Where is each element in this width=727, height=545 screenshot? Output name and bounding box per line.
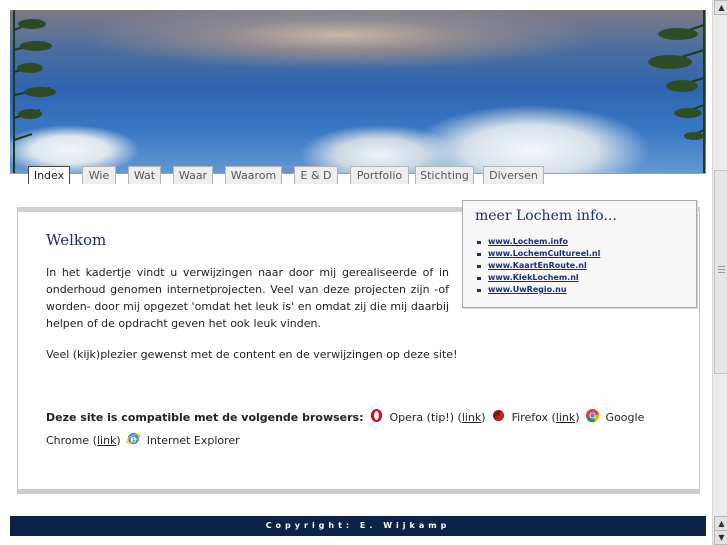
header-banner [10, 10, 706, 183]
internet-explorer-icon: e [126, 432, 141, 445]
browser-compatibility: Deze site is compatible met de volgende … [46, 406, 686, 452]
link-kiek-lochem[interactable]: www.KiekLochem.nl [475, 272, 600, 284]
firefox-link[interactable]: link [556, 411, 575, 424]
link-lochem-cultureel[interactable]: www.LochemCultureel.nl [475, 248, 600, 260]
tree-right-decoration [648, 10, 705, 175]
tab-portfolio[interactable]: Portfolio [350, 166, 409, 184]
tab-index[interactable]: Index [28, 166, 70, 184]
lochem-links-list: www.Lochem.info www.LochemCultureel.nl w… [475, 236, 600, 296]
firefox-icon [492, 409, 505, 422]
scrollbar-thumb[interactable] [714, 170, 727, 374]
chrome-link[interactable]: link [97, 434, 116, 447]
ie-label: Internet Explorer [146, 434, 240, 447]
scroll-down-button[interactable]: ▼ [714, 530, 727, 545]
page-title: Welkom [46, 231, 107, 249]
link-uw-regio[interactable]: www.UwRegio.nu [475, 284, 600, 296]
firefox-label: Firefox [511, 411, 548, 424]
tab-diversen[interactable]: Diversen [483, 166, 544, 184]
opera-icon [370, 408, 383, 423]
tab-wie[interactable]: Wie [82, 166, 116, 184]
tab-stichting[interactable]: Stichting [415, 166, 474, 184]
intro-paragraph: In het kadertje vindt u verwijzingen naa… [46, 266, 449, 330]
scroll-up-button[interactable]: ▲ [714, 0, 727, 15]
greeting-paragraph: Veel (kijk)plezier gewenst met de conten… [46, 348, 458, 361]
opera-link[interactable]: link [462, 411, 481, 424]
link-lochem-info[interactable]: www.Lochem.info [475, 236, 600, 248]
vertical-scrollbar[interactable]: ▲ ▲ ▼ [712, 0, 727, 545]
main-navigation: Index Wie Wat Waar Waarom E & D Portfoli… [10, 166, 706, 186]
tab-e-en-d[interactable]: E & D [294, 166, 338, 184]
sidebox-title: meer Lochem info... [475, 208, 617, 224]
scroll-up-button-lower[interactable]: ▲ [714, 516, 727, 531]
grip-line [718, 272, 725, 273]
grip-line [718, 266, 725, 267]
tab-waarom[interactable]: Waarom [225, 166, 282, 184]
page-frame: Index Wie Wat Waar Waarom E & D Portfoli… [10, 10, 706, 545]
tab-waar[interactable]: Waar [173, 166, 213, 184]
compat-heading: Deze site is compatible met de volgende … [46, 411, 364, 424]
link-kaart-en-route[interactable]: www.KaartEnRoute.nl [475, 260, 600, 272]
lochem-info-box: meer Lochem info... www.Lochem.info www.… [462, 200, 697, 308]
chrome-icon [585, 408, 600, 423]
grip-line [718, 269, 725, 270]
footer-copyright: Copyright: E. Wijkamp [10, 516, 706, 536]
opera-label: Opera (tip!) [389, 411, 455, 424]
tab-wat[interactable]: Wat [128, 166, 161, 184]
tree-left-decoration [13, 10, 56, 175]
